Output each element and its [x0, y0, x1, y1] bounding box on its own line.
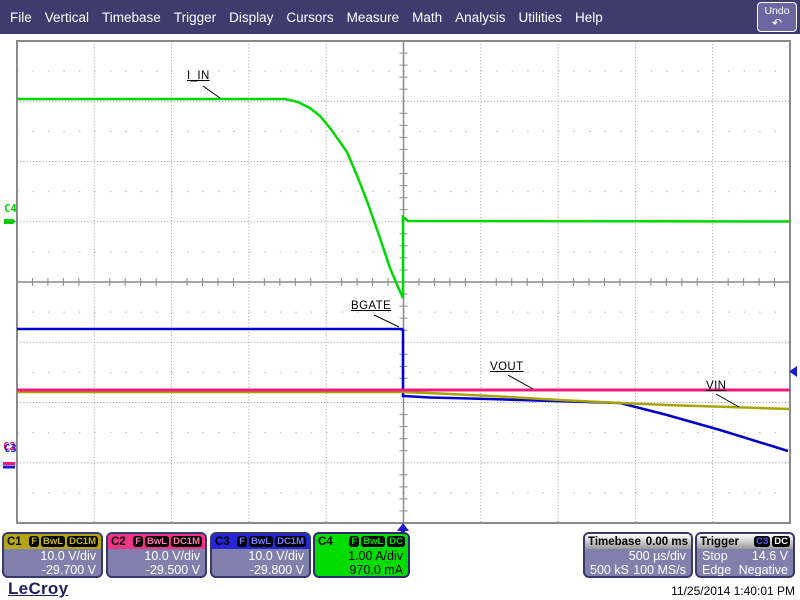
trigger-level-marker[interactable] [789, 366, 797, 377]
c3-id: C3 [215, 536, 230, 548]
c4-badge-dc: DC [387, 536, 405, 547]
c2-offset-marker[interactable] [3, 462, 15, 465]
c4-badge-f: F [349, 536, 359, 547]
trigger-time-marker[interactable] [397, 523, 409, 531]
trigger-mode: Stop [702, 549, 728, 563]
c4-badge-bwl: BwL [361, 536, 385, 547]
c3-scale: 10.0 V/div [248, 549, 304, 563]
c1-scale: 10.0 V/div [40, 549, 96, 563]
c3-badge-bwl: BwL [249, 536, 273, 547]
trigger-slope: Negative [739, 563, 788, 577]
c1-badge-bwl: BwL [41, 536, 65, 547]
undo-icon: ↶ [758, 18, 796, 29]
menu-analysis[interactable]: Analysis [455, 10, 505, 25]
menu-help[interactable]: Help [575, 10, 603, 25]
c2-badge-f: F [133, 536, 143, 547]
c2-badge-bwl: BwL [145, 536, 169, 547]
c1-badge-f: F [29, 536, 39, 547]
c3-offset-marker[interactable] [3, 466, 15, 469]
menu-trigger[interactable]: Trigger [174, 10, 216, 25]
label-vout: VOUT [490, 361, 524, 373]
c1-badge-dc1m: DC1M [67, 536, 98, 547]
menu-vertical[interactable]: Vertical [45, 10, 89, 25]
menu-bar: File Vertical Timebase Trigger Display C… [0, 0, 800, 34]
trigger-source-badge: C3 [754, 536, 770, 547]
trigger-coupling-badge: DC [772, 536, 790, 547]
c2-badge-dc1m: DC1M [171, 536, 202, 547]
oscilloscope-app: File Vertical Timebase Trigger Display C… [0, 0, 800, 600]
channel-c4-descriptor[interactable]: C4 F BwL DC 1.00 A/div 970.0 mA [313, 532, 410, 578]
c2-scale: 10.0 V/div [144, 549, 200, 563]
c4-offset-marker[interactable] [4, 219, 16, 224]
menu-cursors[interactable]: Cursors [286, 10, 333, 25]
label-vin: VIN [706, 380, 726, 392]
c1-offset: -29.700 V [42, 563, 96, 577]
channel-c2-descriptor[interactable]: C2 F BwL DC1M 10.0 V/div -29.500 V [106, 532, 207, 578]
menu-timebase[interactable]: Timebase [102, 10, 161, 25]
timebase-descriptor[interactable]: Timebase 0.00 ms 500 µs/div 500 kS 100 M… [583, 532, 693, 578]
label-bgate: BGATE [351, 300, 391, 312]
c2-id: C2 [111, 536, 126, 548]
c1-id: C1 [7, 536, 22, 548]
channel-c3-descriptor[interactable]: C3 F BwL DC1M 10.0 V/div -29.800 V [210, 532, 311, 578]
c2-offset: -29.500 V [146, 563, 200, 577]
channel-c1-descriptor[interactable]: C1 F BwL DC1M 10.0 V/div -29.700 V [2, 532, 103, 578]
menu-file[interactable]: File [10, 10, 32, 25]
c3-badge-f: F [237, 536, 247, 547]
trigger-descriptor[interactable]: Trigger C3 DC Stop 14.6 V Edge Negative [695, 532, 795, 578]
c4-offset: 970.0 mA [349, 563, 403, 577]
lecroy-logo: LeCroy [8, 579, 68, 599]
c3-marker-label: C3 [4, 443, 17, 455]
c3-offset: -29.800 V [250, 563, 304, 577]
c4-marker-label: C4 [4, 203, 17, 215]
timebase-rate: 100 MS/s [633, 563, 686, 577]
waveform-display-area[interactable] [17, 41, 790, 523]
c4-scale: 1.00 A/div [348, 549, 403, 563]
label-iin: I_IN [187, 70, 210, 82]
menu-math[interactable]: Math [412, 10, 442, 25]
undo-button[interactable]: Undo ↶ [757, 2, 797, 32]
c3-badge-dc1m: DC1M [275, 536, 306, 547]
timebase-title: Timebase [588, 536, 641, 548]
trigger-level: 14.6 V [752, 549, 788, 563]
menu-utilities[interactable]: Utilities [518, 10, 562, 25]
timebase-samples: 500 kS [590, 563, 629, 577]
menu-measure[interactable]: Measure [347, 10, 400, 25]
c4-id: C4 [318, 536, 333, 548]
datetime-display: 11/25/2014 1:40:01 PM [671, 584, 795, 598]
menu-display[interactable]: Display [229, 10, 273, 25]
trigger-title: Trigger [700, 536, 739, 548]
timebase-delay: 0.00 ms [646, 536, 688, 548]
trigger-type: Edge [702, 563, 731, 577]
timebase-per-div: 500 µs/div [629, 549, 686, 563]
